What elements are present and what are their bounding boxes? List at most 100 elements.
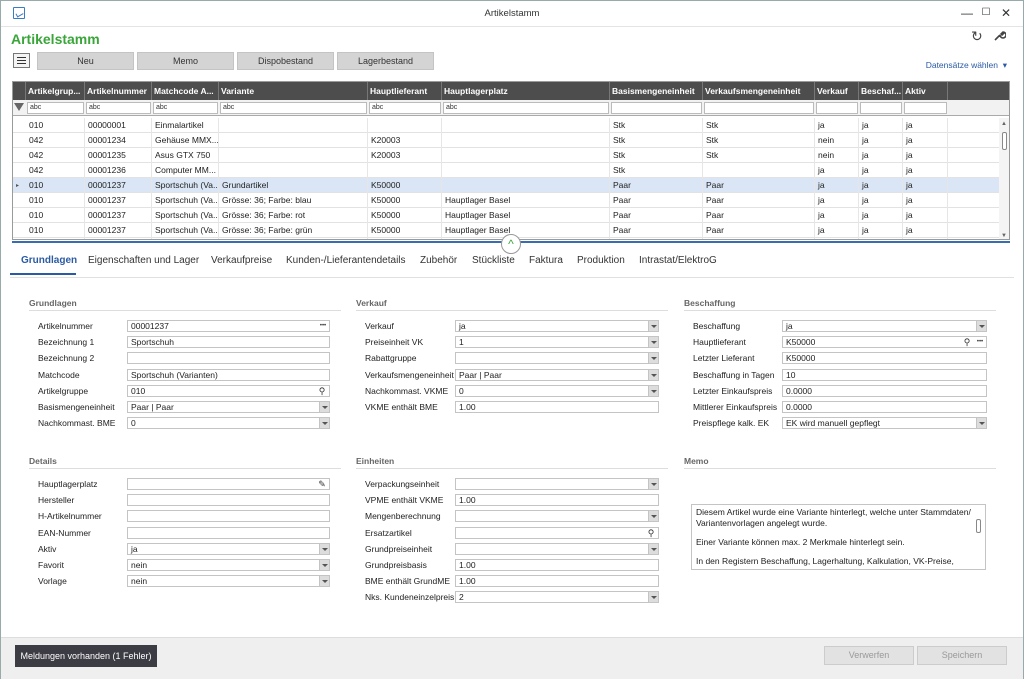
tab-intrastat[interactable]: Intrastat/ElektroG xyxy=(639,255,717,266)
field-einheiten-3[interactable]: ⚲ xyxy=(455,526,659,539)
field-details-5[interactable]: nein xyxy=(127,559,330,571)
chevron-down-icon[interactable] xyxy=(319,543,329,554)
filter-input[interactable] xyxy=(816,102,858,114)
field-verkauf-5[interactable]: 1.00 xyxy=(455,401,659,413)
tab-faktura[interactable]: Faktura xyxy=(529,255,563,266)
col-header-basismengeneinheit[interactable]: Basismengeneinheit xyxy=(610,82,703,100)
collapse-chevron-icon[interactable]: ^ xyxy=(501,234,521,254)
table-row[interactable]: 01000001237Sportschuh (Va...Grösse: 36; … xyxy=(13,193,1009,208)
table-row[interactable]: 01000001237Sportschuh (Va...Grösse: 36; … xyxy=(13,208,1009,223)
chevron-down-icon[interactable] xyxy=(648,385,658,396)
chevron-down-icon[interactable] xyxy=(648,511,658,522)
chevron-down-icon[interactable] xyxy=(976,418,986,429)
datensaetze-waehlen-link[interactable]: Datensätze wählen ▾ xyxy=(926,60,1007,71)
chevron-down-icon[interactable] xyxy=(976,321,986,331)
chevron-down-icon[interactable] xyxy=(319,576,329,587)
filter-input[interactable] xyxy=(860,102,902,114)
field-details-6[interactable]: nein xyxy=(127,575,330,588)
col-header-beschaffung[interactable]: Beschaf... xyxy=(859,82,903,100)
field-details-1[interactable] xyxy=(127,494,330,507)
filter-input[interactable]: abc xyxy=(86,102,151,114)
field-grundlagen-5[interactable]: Paar | Paar xyxy=(127,401,330,413)
field-einheiten-2[interactable] xyxy=(455,510,659,523)
filter-input[interactable]: abc xyxy=(27,102,84,114)
col-header-artikelnummer[interactable]: Artikelnummer xyxy=(85,82,152,100)
chevron-down-icon[interactable] xyxy=(319,418,329,429)
tab-verkaufpreise[interactable]: Verkaufpreise xyxy=(211,255,272,266)
field-details-3[interactable] xyxy=(127,526,330,539)
close-button[interactable]: ✕ xyxy=(998,5,1014,21)
maximize-button[interactable]: ☐ xyxy=(978,5,994,21)
field-verkauf-2[interactable] xyxy=(455,352,659,365)
search-icon[interactable]: ⚲ xyxy=(961,337,973,347)
col-header-matchcode[interactable]: Matchcode A... xyxy=(152,82,219,100)
more-icon[interactable]: ••• xyxy=(317,321,329,331)
col-header-hauptlieferant[interactable]: Hauptlieferant xyxy=(368,82,442,100)
tab-grundlagen[interactable]: Grundlagen xyxy=(21,255,77,266)
field-beschaffung-0[interactable]: ja xyxy=(782,320,987,332)
field-grundlagen-2[interactable] xyxy=(127,352,330,365)
table-row[interactable]: 042 00001234 Gehäuse MMX... K20003 Stk Stk nei… xyxy=(13,133,1009,148)
chevron-down-icon[interactable] xyxy=(648,479,658,489)
grid-scrollbar[interactable]: ▲ ▼ xyxy=(999,118,1009,239)
filter-icon[interactable] xyxy=(14,103,24,111)
memo-textarea[interactable]: Diesem Artikel wurde eine Variante hinte… xyxy=(691,504,986,570)
col-header-verkaufsmengeneinheit[interactable]: Verkaufsmengeneinheit xyxy=(703,82,815,100)
field-einheiten-4[interactable] xyxy=(455,542,659,555)
col-header-aktiv[interactable]: Aktiv xyxy=(903,82,948,100)
dispobestand-button[interactable]: Dispobestand xyxy=(237,52,334,70)
tab-kunden-lieferantendetails[interactable]: Kunden-/Lieferantendetails xyxy=(286,255,406,266)
col-header-variante[interactable]: Variante xyxy=(219,82,368,100)
table-row[interactable]: 010 00000001 Einmalartikel Stk Stk ja ja ja xyxy=(13,118,1009,133)
field-beschaffung-6[interactable]: EK wird manuell gepflegt xyxy=(782,417,987,430)
table-row[interactable]: 042 00001235 Asus GTX 750 K20003 Stk Stk nein j… xyxy=(13,148,1009,163)
chevron-down-icon[interactable] xyxy=(648,353,658,364)
field-einheiten-0[interactable] xyxy=(455,478,659,490)
edit-pencil-icon[interactable]: ✎ xyxy=(316,479,328,489)
field-details-0[interactable]: ✎ xyxy=(127,478,330,490)
chevron-down-icon[interactable] xyxy=(648,369,658,380)
filter-input[interactable]: abc xyxy=(369,102,441,114)
tab-produktion[interactable]: Produktion xyxy=(577,255,625,266)
chevron-down-icon[interactable] xyxy=(648,592,658,603)
chevron-down-icon[interactable] xyxy=(648,337,658,348)
lagerbestand-button[interactable]: Lagerbestand xyxy=(337,52,434,70)
col-header-verkauf[interactable]: Verkauf xyxy=(815,82,859,100)
field-beschaffung-5[interactable]: 0.0000 xyxy=(782,401,987,413)
chevron-down-icon[interactable] xyxy=(319,402,329,412)
more-icon[interactable]: ••• xyxy=(974,337,986,347)
field-grundlagen-1[interactable]: Sportschuh xyxy=(127,336,330,349)
field-verkauf-1[interactable]: 1 xyxy=(455,336,659,349)
field-einheiten-5[interactable]: 1.00 xyxy=(455,559,659,571)
table-row[interactable]: 042 00001236 Computer MM... Stk ja ja ja xyxy=(13,163,1009,178)
field-einheiten-1[interactable]: 1.00 xyxy=(455,494,659,507)
tab-zubehoer[interactable]: Zubehör xyxy=(420,255,457,266)
minimize-button[interactable]: — xyxy=(959,5,975,21)
field-verkauf-0[interactable]: ja xyxy=(455,320,659,332)
filter-input[interactable] xyxy=(611,102,702,114)
field-grundlagen-3[interactable]: Sportschuh (Varianten) xyxy=(127,368,330,381)
new-button[interactable]: Neu xyxy=(37,52,134,70)
field-grundlagen-0[interactable]: 00001237 ••• xyxy=(127,320,330,332)
chevron-down-icon[interactable] xyxy=(648,321,658,331)
field-verkauf-3[interactable]: Paar | Paar xyxy=(455,368,659,381)
field-beschaffung-4[interactable]: 0.0000 xyxy=(782,384,987,397)
field-verkauf-4[interactable]: 0 xyxy=(455,384,659,397)
filter-input[interactable]: abc xyxy=(153,102,218,114)
field-einheiten-7[interactable]: 2 xyxy=(455,591,659,604)
search-icon[interactable]: ⚲ xyxy=(645,528,657,538)
save-button[interactable]: Speichern xyxy=(917,646,1007,665)
refresh-icon[interactable]: ↻ xyxy=(971,28,983,45)
wrench-icon[interactable] xyxy=(993,29,1007,45)
field-beschaffung-1[interactable]: K50000 ••• ⚲ xyxy=(782,336,987,349)
tab-stueckliste[interactable]: Stückliste xyxy=(472,255,515,266)
field-beschaffung-3[interactable]: 10 xyxy=(782,368,987,381)
chevron-down-icon[interactable] xyxy=(319,560,329,570)
table-row[interactable]: ▸ 010 00001237 Sportschuh (Va... Grundartike… xyxy=(13,178,1009,193)
memo-scrollbar[interactable] xyxy=(975,507,983,567)
filter-input[interactable]: abc xyxy=(443,102,609,114)
field-grundlagen-6[interactable]: 0 xyxy=(127,417,330,430)
filter-input[interactable] xyxy=(904,102,947,114)
tab-eigenschaften[interactable]: Eigenschaften und Lager xyxy=(88,255,199,266)
hamburger-menu-button[interactable] xyxy=(13,53,30,68)
